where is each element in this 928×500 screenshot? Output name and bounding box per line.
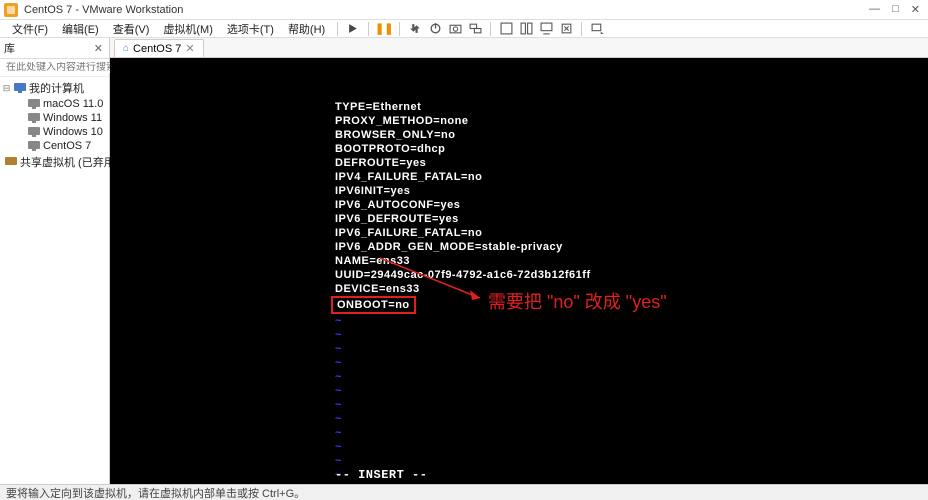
tree-label: Windows 11: [43, 112, 102, 124]
maximize-button[interactable]: □: [892, 3, 899, 16]
menu-vm[interactable]: 虚拟机(M): [157, 20, 219, 38]
play-dropdown-icon[interactable]: [344, 21, 362, 37]
tree-vm-win11[interactable]: Windows 11: [16, 111, 107, 125]
menu-edit[interactable]: 编辑(E): [56, 20, 105, 38]
sidebar-close-icon[interactable]: ✕: [92, 42, 105, 55]
transfer-icon[interactable]: [406, 21, 424, 37]
vm-icon: [28, 112, 40, 124]
file-line: BROWSER_ONLY=no: [335, 129, 455, 141]
toolbar-separator: [581, 22, 582, 36]
snapshot-manager-icon[interactable]: [466, 21, 484, 37]
toolbar-separator: [368, 22, 369, 36]
file-line: IPV6INIT=yes: [335, 185, 410, 197]
file-line: IPV6_AUTOCONF=yes: [335, 199, 460, 211]
menu-help[interactable]: 帮助(H): [282, 20, 331, 38]
vi-tilde: ~: [335, 343, 342, 355]
status-bar: 要将输入定向到该虚拟机，请在虚拟机内部单击或按 Ctrl+G。: [0, 484, 928, 500]
vi-tilde: ~: [335, 385, 342, 397]
tree-vm-macos[interactable]: macOS 11.0: [16, 97, 107, 111]
tab-close-icon[interactable]: ✕: [185, 42, 194, 55]
tree-label: 我的计算机: [29, 80, 84, 96]
computer-icon: [14, 82, 26, 94]
main-area: ⌂ CentOS 7 ✕ TYPE=Ethernet PROXY_METHOD=…: [110, 38, 928, 484]
pause-icon[interactable]: ❚❚: [375, 21, 393, 37]
tab-label: CentOS 7: [133, 43, 181, 55]
collapse-icon[interactable]: ⊟: [2, 83, 11, 94]
vm-icon: [28, 126, 40, 138]
vi-tilde: ~: [335, 413, 342, 425]
vi-tilde: ~: [335, 441, 342, 453]
tree-label: CentOS 7: [43, 140, 91, 152]
toolbar-separator: [399, 22, 400, 36]
tab-centos7[interactable]: ⌂ CentOS 7 ✕: [114, 39, 204, 57]
menu-file[interactable]: 文件(F): [6, 20, 54, 38]
vi-tilde: ~: [335, 357, 342, 369]
shared-icon: [5, 156, 17, 168]
vi-tilde: ~: [335, 399, 342, 411]
titlebar: CentOS 7 - VMware Workstation — □ ✕: [0, 0, 928, 20]
tree-label: Windows 10: [43, 126, 103, 138]
file-line: IPV6_DEFROUTE=yes: [335, 213, 459, 225]
fullscreen-icon[interactable]: [497, 21, 515, 37]
vm-icon: [28, 140, 40, 152]
home-icon: ⌂: [123, 43, 129, 54]
menubar: 文件(F) 编辑(E) 查看(V) 虚拟机(M) 选项卡(T) 帮助(H) ❚❚: [0, 20, 928, 38]
sidebar: 库 ✕ ▾ ⊟ 我的计算机 macOS 11.0: [0, 38, 110, 484]
unity-icon[interactable]: [517, 21, 535, 37]
tree-root-my-computer[interactable]: ⊟ 我的计算机: [2, 79, 107, 97]
vi-tilde: ~: [335, 371, 342, 383]
menu-tabs[interactable]: 选项卡(T): [221, 20, 280, 38]
power-icon[interactable]: [426, 21, 444, 37]
vi-tilde: ~: [335, 483, 342, 484]
file-line: DEFROUTE=yes: [335, 157, 426, 169]
status-text: 要将输入定向到该虚拟机，请在虚拟机内部单击或按 Ctrl+G。: [6, 485, 305, 500]
sidebar-header: 库 ✕: [0, 38, 109, 59]
vm-console[interactable]: TYPE=Ethernet PROXY_METHOD=none BROWSER_…: [110, 58, 928, 484]
annotation-arrow-icon: [370, 248, 490, 308]
vi-tilde: ~: [335, 315, 342, 327]
sidebar-search: ▾: [0, 59, 109, 77]
vm-icon: [28, 98, 40, 110]
file-line: TYPE=Ethernet: [335, 101, 421, 113]
library-dropdown-icon[interactable]: [588, 21, 606, 37]
file-line: IPV6_FAILURE_FATAL=no: [335, 227, 482, 239]
tab-bar: ⌂ CentOS 7 ✕: [110, 38, 928, 58]
file-line: BOOTPROTO=dhcp: [335, 143, 445, 155]
tree-label: 共享虚拟机 (已弃用): [20, 154, 118, 170]
tree-label: macOS 11.0: [43, 98, 103, 110]
toolbar-separator: [337, 22, 338, 36]
menu-view[interactable]: 查看(V): [107, 20, 156, 38]
toolbar-separator: [490, 22, 491, 36]
vm-tree: ⊟ 我的计算机 macOS 11.0 Windows 11: [0, 77, 109, 173]
vi-tilde: ~: [335, 427, 342, 439]
file-line: PROXY_METHOD=none: [335, 115, 469, 127]
stretch-icon[interactable]: [557, 21, 575, 37]
annotation-text: 需要把 "no" 改成 "yes": [488, 288, 667, 314]
tree-shared-vms[interactable]: 共享虚拟机 (已弃用): [2, 153, 107, 171]
close-button[interactable]: ✕: [911, 3, 920, 16]
minimize-button[interactable]: —: [869, 3, 880, 16]
vi-tilde: ~: [335, 455, 342, 467]
window-title: CentOS 7 - VMware Workstation: [24, 4, 869, 16]
tree-vm-win10[interactable]: Windows 10: [16, 125, 107, 139]
window-controls: — □ ✕: [869, 3, 924, 16]
sidebar-title: 库: [4, 40, 92, 56]
vi-mode-indicator: -- INSERT --: [335, 468, 427, 482]
tree-vm-centos7[interactable]: CentOS 7: [16, 139, 107, 153]
file-line: IPV4_FAILURE_FATAL=no: [335, 171, 482, 183]
snapshot-icon[interactable]: [446, 21, 464, 37]
vi-tilde: ~: [335, 329, 342, 341]
app-icon: [4, 3, 18, 17]
console-view-icon[interactable]: [537, 21, 555, 37]
